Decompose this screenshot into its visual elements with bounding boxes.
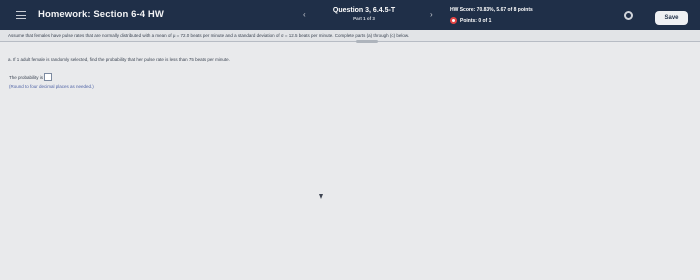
top-header: Homework: Section 6-4 HW ‹ Question 3, 6… xyxy=(0,0,700,30)
question-title: Question 3, 6.4.5-T xyxy=(332,7,396,14)
probability-answer-input[interactable] xyxy=(44,73,53,81)
gear-icon[interactable] xyxy=(624,11,633,20)
homework-title: Homework: Section 6-4 HW xyxy=(38,9,164,20)
points-status: Points: 0 of 1 xyxy=(450,17,491,24)
hw-score: HW Score: 70.83%, 5.67 of 8 points xyxy=(450,7,533,13)
part-a-question: a. If 1 adult female is randomly selecte… xyxy=(8,57,230,62)
points-status-icon xyxy=(450,17,457,24)
divider-drag-handle[interactable] xyxy=(356,40,378,43)
save-button[interactable]: Save xyxy=(655,11,688,25)
points-text: Points: 0 of 1 xyxy=(460,17,492,24)
problem-statement: Assume that females have pulse rates tha… xyxy=(8,33,410,38)
chevron-right-icon[interactable]: › xyxy=(430,10,433,19)
cursor-icon xyxy=(319,194,323,199)
problem-statement-bar: Assume that females have pulse rates tha… xyxy=(0,30,700,42)
answer-line: The probability is xyxy=(9,73,53,81)
rounding-hint: (Round to four decimal places as needed.… xyxy=(9,84,94,89)
menu-icon[interactable] xyxy=(16,11,26,19)
chevron-left-icon[interactable]: ‹ xyxy=(303,10,306,19)
question-part: Part 1 of 3 xyxy=(353,16,375,21)
answer-prefix: The probability is xyxy=(9,74,44,80)
